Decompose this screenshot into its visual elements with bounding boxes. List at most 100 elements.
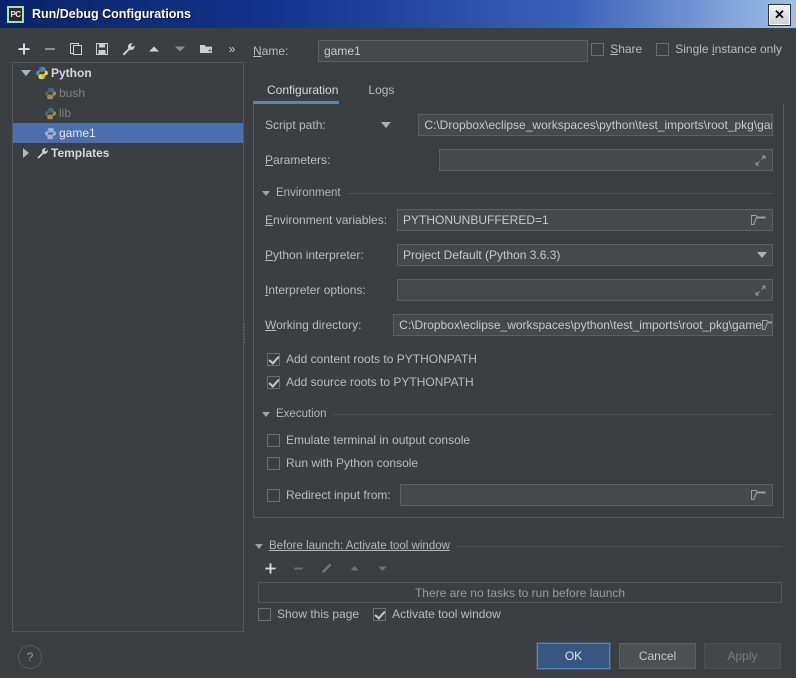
collapse-toggle-icon[interactable] <box>262 411 270 417</box>
expand-editor-icon[interactable] <box>755 155 767 166</box>
configurations-toolbar: » <box>12 36 244 62</box>
close-icon[interactable]: ✕ <box>768 4 791 26</box>
tab-logs[interactable]: Logs <box>354 78 408 103</box>
add-task-button[interactable] <box>258 558 282 578</box>
execution-section-title: Execution <box>276 408 327 420</box>
interpreter-options-input[interactable] <box>397 279 773 301</box>
folder-browse-icon[interactable] <box>762 319 773 331</box>
activate-tool-window-label: Activate tool window <box>392 607 501 621</box>
script-path-row: Script path: C:\Dropbox\eclipse_workspac… <box>265 114 774 136</box>
environment-variables-input[interactable]: PYTHONUNBUFFERED=1 <box>397 209 773 231</box>
python-icon <box>33 66 51 80</box>
checkbox-box[interactable] <box>373 607 387 621</box>
redirect-input-row: Redirect input from: <box>267 484 773 506</box>
tree-node-label: lib <box>59 106 72 120</box>
tree-node-game1[interactable]: game1 <box>13 123 243 143</box>
folder-add-icon[interactable] <box>194 38 218 60</box>
checkbox-box[interactable] <box>267 375 280 389</box>
checkbox-box[interactable] <box>267 456 280 470</box>
expand-editor-icon[interactable] <box>755 285 767 296</box>
tree-node-bush[interactable]: bush <box>13 83 243 103</box>
python-interpreter-value: Project Default (Python 3.6.3) <box>403 248 561 262</box>
chevron-down-icon[interactable] <box>757 252 767 258</box>
execution-section-header[interactable]: Execution <box>262 408 774 420</box>
folder-browse-icon[interactable] <box>751 214 767 226</box>
before-launch-options: Show this page Activate tool window <box>258 607 501 621</box>
emulate-terminal-checkbox[interactable]: Emulate terminal in output console <box>267 433 470 447</box>
before-launch-empty-message: There are no tasks to run before launch <box>258 582 782 603</box>
run-with-python-console-label: Run with Python console <box>286 456 419 470</box>
configuration-tabs: Configuration Logs <box>253 78 408 103</box>
configurations-tree[interactable]: Python bush lib game1 Templates <box>12 62 244 632</box>
add-content-roots-checkbox[interactable]: Add content roots to PYTHONPATH <box>267 352 477 366</box>
cancel-button[interactable]: Cancel <box>619 643 696 669</box>
add-configuration-button[interactable] <box>12 38 36 60</box>
parameters-label: Parameters: <box>265 153 331 167</box>
script-path-value: C:\Dropbox\eclipse_workspaces\python\tes… <box>424 118 774 132</box>
wrench-icon <box>33 147 51 160</box>
section-divider <box>455 545 782 547</box>
collapse-toggle-icon[interactable] <box>262 190 270 196</box>
name-input[interactable]: game1 <box>318 40 588 62</box>
share-checkbox[interactable]: Share <box>591 42 642 56</box>
single-instance-label: Single instance only <box>675 42 782 56</box>
python-config-icon <box>41 127 59 140</box>
ok-button[interactable]: OK <box>537 643 610 669</box>
script-path-combo-arrow[interactable] <box>381 122 418 128</box>
add-source-roots-checkbox[interactable]: Add source roots to PYTHONPATH <box>267 375 474 389</box>
script-path-input[interactable]: C:\Dropbox\eclipse_workspaces\python\tes… <box>418 114 774 136</box>
checkbox-box[interactable] <box>591 42 605 56</box>
activate-tool-window-checkbox[interactable]: Activate tool window <box>373 607 501 621</box>
arrow-down-icon[interactable] <box>168 38 192 60</box>
copy-configuration-button[interactable] <box>64 38 88 60</box>
collapse-toggle-icon[interactable] <box>255 543 263 549</box>
add-source-roots-label: Add source roots to PYTHONPATH <box>286 375 474 389</box>
save-configuration-button[interactable] <box>90 38 114 60</box>
python-interpreter-row: Python interpreter: Project Default (Pyt… <box>265 244 773 266</box>
python-interpreter-dropdown[interactable]: Project Default (Python 3.6.3) <box>397 244 773 266</box>
window-title: Run/Debug Configurations <box>32 7 192 21</box>
remove-configuration-button[interactable] <box>38 38 62 60</box>
section-divider <box>346 192 774 194</box>
pencil-icon <box>314 558 338 578</box>
panel-splitter[interactable] <box>243 322 248 348</box>
interpreter-options-label: Interpreter options: <box>265 283 366 297</box>
environment-section-header[interactable]: Environment <box>262 187 774 199</box>
folder-browse-icon[interactable] <box>751 489 767 501</box>
redirect-input-checkbox[interactable]: Redirect input from: <box>267 488 400 502</box>
checkbox-box[interactable] <box>656 42 670 56</box>
task-move-down-button <box>370 558 394 578</box>
remove-task-button <box>286 558 310 578</box>
working-directory-input[interactable]: C:\Dropbox\eclipse_workspaces\python\tes… <box>393 314 773 336</box>
tree-node-lib[interactable]: lib <box>13 103 243 123</box>
redirect-input-field[interactable] <box>400 484 773 506</box>
tree-node-python[interactable]: Python <box>13 63 243 83</box>
show-this-page-checkbox[interactable]: Show this page <box>258 607 359 621</box>
parameters-input[interactable] <box>439 149 773 171</box>
working-directory-label: Working directory: <box>265 318 362 332</box>
environment-variables-value: PYTHONUNBUFFERED=1 <box>403 213 549 227</box>
python-config-icon <box>41 107 59 120</box>
python-config-icon <box>41 87 59 100</box>
expand-toggle-icon[interactable] <box>19 148 33 158</box>
chevron-double-right-icon[interactable]: » <box>220 38 244 60</box>
single-instance-checkbox[interactable]: Single instance only <box>656 42 782 56</box>
wrench-icon[interactable] <box>116 38 140 60</box>
tab-configuration[interactable]: Configuration <box>253 78 352 103</box>
parameters-row: Parameters: <box>265 149 773 171</box>
checkbox-box[interactable] <box>267 488 280 502</box>
show-this-page-label: Show this page <box>277 607 360 621</box>
environment-section-title: Environment <box>276 187 341 199</box>
run-with-python-console-checkbox[interactable]: Run with Python console <box>267 456 418 470</box>
checkbox-box[interactable] <box>267 433 280 447</box>
pycharm-icon: PC <box>7 5 24 23</box>
tree-node-templates[interactable]: Templates <box>13 143 243 163</box>
checkbox-box[interactable] <box>258 607 271 621</box>
help-button[interactable]: ? <box>18 645 42 669</box>
working-directory-value: C:\Dropbox\eclipse_workspaces\python\tes… <box>399 318 763 332</box>
expand-toggle-icon[interactable] <box>19 70 33 76</box>
checkbox-box[interactable] <box>267 352 280 366</box>
before-launch-section-header[interactable]: Before launch: Activate tool window <box>255 540 782 552</box>
tree-node-label: Python <box>51 66 92 80</box>
arrow-up-icon[interactable] <box>142 38 166 60</box>
